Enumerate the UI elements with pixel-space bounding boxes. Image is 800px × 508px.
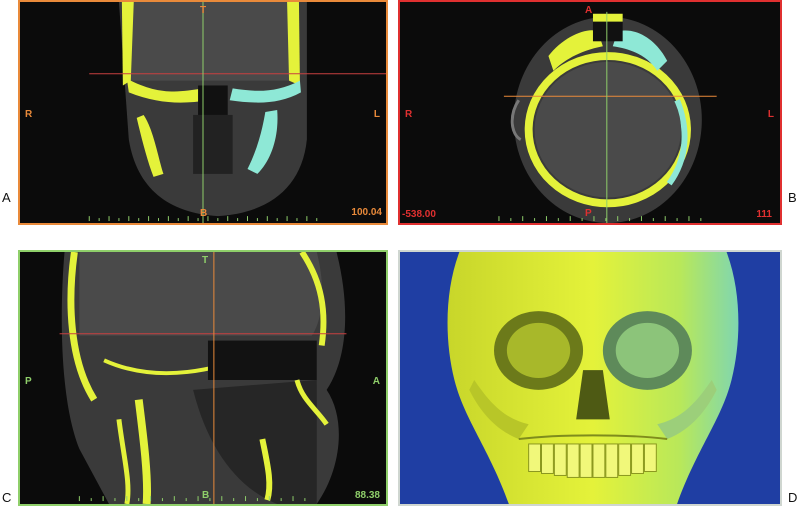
axial-top-label: A — [585, 5, 593, 16]
coronal-right-label: L — [373, 109, 380, 120]
axial-coordinate: -538.00 — [402, 209, 436, 220]
coronal-slice-value: 100.04 — [351, 207, 382, 218]
axial-viewport[interactable]: A P R L -538.00 111 — [398, 0, 782, 225]
render3d-viewport[interactable] — [398, 250, 782, 506]
panel-label-c: C — [2, 490, 12, 505]
sagittal-left-label: P — [25, 376, 32, 387]
axial-left-label: R — [405, 109, 413, 120]
coronal-ct-slice — [88, 2, 386, 223]
sagittal-right-label: A — [372, 376, 380, 387]
coronal-top-label: T — [200, 5, 207, 16]
axial-slice-value: 111 — [756, 209, 772, 220]
sagittal-bottom-label: B — [202, 490, 210, 501]
coronal-bottom-label: B — [200, 208, 208, 219]
skull-3d-icon — [447, 252, 739, 504]
sagittal-top-label: T — [202, 255, 209, 266]
coronal-viewport[interactable]: T B R L 100.04 — [18, 0, 388, 225]
sagittal-slice-value: 88.38 — [354, 490, 380, 501]
axial-right-label: L — [767, 109, 774, 120]
axial-bottom-label: P — [585, 208, 592, 219]
panel-label-b: B — [788, 190, 797, 205]
axial-ct-slice — [498, 11, 717, 223]
panel-label-d: D — [788, 490, 798, 505]
panel-label-a: A — [2, 190, 11, 205]
sagittal-ct-slice — [59, 252, 347, 504]
coronal-left-label: R — [25, 109, 33, 120]
sagittal-viewport[interactable]: T B P A 88.38 — [18, 250, 388, 506]
